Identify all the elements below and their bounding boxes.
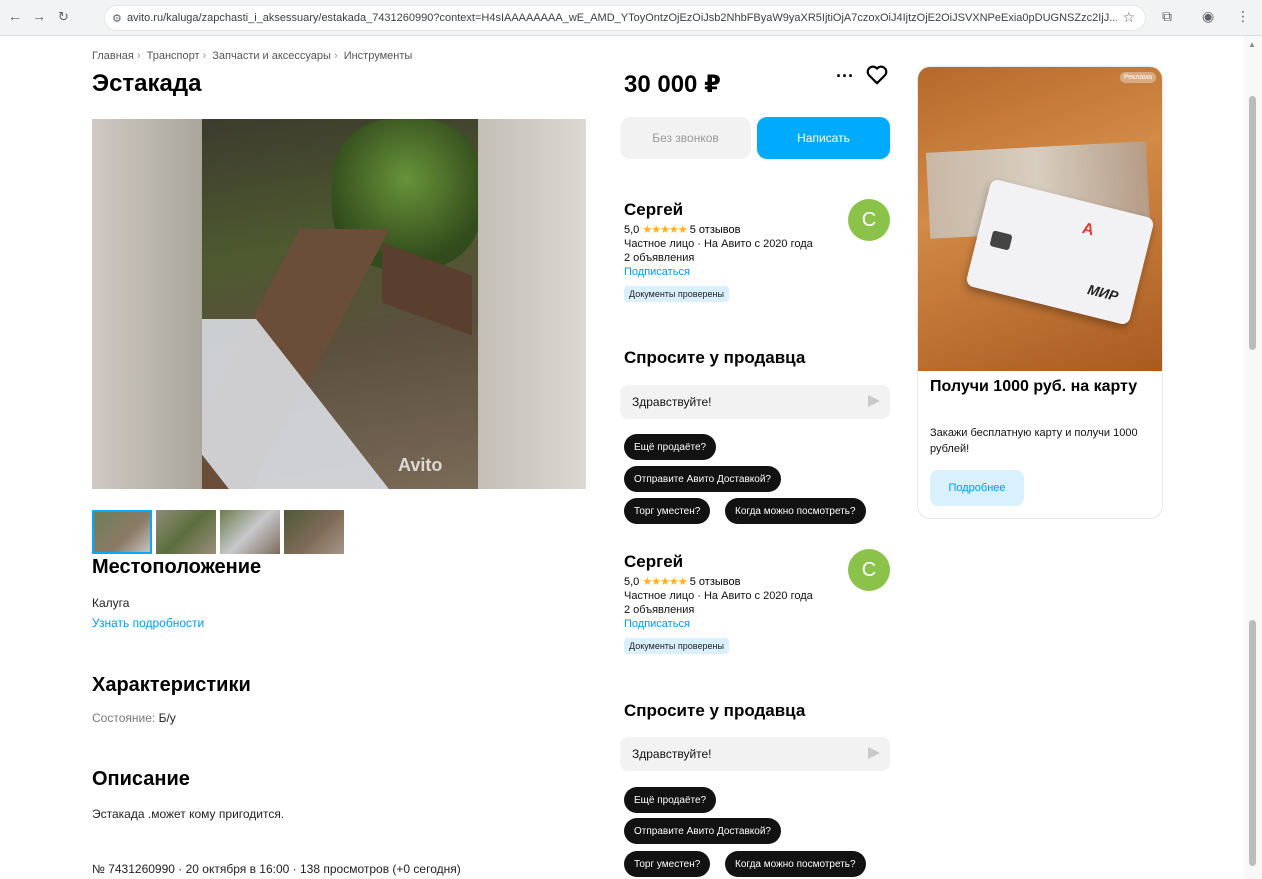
quick-question-chip[interactable]: Отправите Авито Доставкой?	[624, 818, 781, 844]
condition-label: Состояние:	[92, 711, 156, 725]
back-icon[interactable]: ←	[8, 8, 22, 24]
photo-blur-right	[478, 119, 586, 489]
reviews-link[interactable]: 5 отзывов	[690, 576, 741, 588]
ad-title[interactable]: Получи 1000 руб. на карту	[930, 377, 1155, 397]
seller-avatar[interactable]: С	[848, 549, 890, 591]
quick-question-chip[interactable]: Ещё продаёте?	[624, 787, 717, 813]
card-brand-logo: А	[1080, 219, 1096, 240]
documents-verified-badge: Документы проверены	[624, 286, 729, 302]
reload-icon[interactable]: ↻	[58, 9, 69, 25]
site-info-icon[interactable]: ⚙	[112, 12, 122, 25]
card-chip-icon	[989, 230, 1013, 251]
description-heading: Описание	[92, 768, 190, 790]
documents-verified-badge: Документы проверены	[624, 638, 729, 654]
seller-ads-count[interactable]: 2 объявления	[624, 252, 894, 264]
message-input[interactable]: Здравствуйте!	[620, 737, 890, 771]
location-heading: Местоположение	[92, 556, 262, 578]
listing-photo	[202, 119, 478, 489]
quick-question-chip[interactable]: Торг уместен?	[624, 498, 711, 524]
message-input-value: Здравствуйте!	[632, 395, 712, 409]
quick-question-chip[interactable]: Когда можно посмотреть?	[725, 498, 866, 524]
mir-logo: МИР	[1085, 281, 1121, 305]
description-text: Эстакада .может кому пригодится.	[92, 807, 285, 821]
send-icon[interactable]	[868, 395, 880, 407]
ask-seller-heading: Спросите у продавца	[624, 348, 806, 367]
breadcrumb-item[interactable]: Транспорт	[147, 50, 200, 62]
browser-toolbar: ← → ↻ ⚙ avito.ru/kaluga/zapchasti_i_akse…	[0, 0, 1262, 36]
quick-question-chip[interactable]: Отправите Авито Доставкой?	[624, 466, 781, 492]
location-details-link[interactable]: Узнать подробности	[92, 616, 204, 630]
listing-meta: № 7431260990 · 20 октября в 16:00 · 138 …	[92, 862, 461, 876]
avito-watermark: Avito	[398, 455, 443, 475]
thumbnail[interactable]	[92, 510, 152, 554]
write-message-button[interactable]: Написать	[757, 117, 890, 159]
price: 30 000 ₽	[624, 71, 721, 98]
menu-icon[interactable]: ⋮	[1236, 8, 1250, 25]
rating-stars-icon: ★★★★★	[642, 576, 687, 588]
breadcrumb-item[interactable]: Инструменты	[344, 50, 413, 62]
bookmark-star-icon[interactable]: ☆	[1122, 9, 1135, 26]
thumbnail[interactable]	[284, 510, 344, 554]
rating-value: 5,0	[624, 224, 640, 236]
condition-row: Состояние: Б/у	[92, 711, 176, 725]
no-calls-button[interactable]: Без звонков	[620, 117, 751, 159]
ad-text: Закажи бесплатную карту и получи 1000 ру…	[930, 427, 1138, 455]
message-input[interactable]: Здравствуйте!	[620, 385, 890, 419]
thumbnail[interactable]	[220, 510, 280, 554]
subscribe-link[interactable]: Подписаться	[624, 266, 894, 278]
ad-more-button[interactable]: Подробнее	[930, 470, 1024, 506]
address-bar[interactable]: ⚙ avito.ru/kaluga/zapchasti_i_aksessuary…	[104, 5, 1146, 31]
profile-icon[interactable]: ◉	[1202, 8, 1214, 25]
characteristics-heading: Характеристики	[92, 674, 251, 696]
quick-question-chip[interactable]: Торг уместен?	[624, 851, 711, 877]
scroll-up-icon[interactable]: ▲	[1248, 40, 1256, 49]
quick-question-chip[interactable]: Ещё продаёте?	[624, 434, 717, 460]
ad-card[interactable]: А МИР Реклама Получи 1000 руб. на карту …	[918, 67, 1162, 518]
seller-type: Частное лицо · На Авито с 2020 года	[624, 238, 813, 250]
scrollbar-thumb[interactable]	[1249, 96, 1256, 350]
subscribe-link[interactable]: Подписаться	[624, 618, 894, 630]
thumbnail[interactable]	[156, 510, 216, 554]
url-text[interactable]: avito.ru/kaluga/zapchasti_i_aksessuary/e…	[127, 12, 1117, 24]
ad-label-badge: Реклама	[1119, 72, 1156, 83]
ask-seller-heading: Спросите у продавца	[624, 701, 806, 720]
page-title: Эстакада	[92, 70, 202, 97]
quick-question-chip[interactable]: Когда можно посмотреть?	[725, 851, 866, 877]
rating-stars-icon: ★★★★★	[642, 224, 687, 236]
breadcrumb: Главная › Транспорт › Запчасти и аксессуар…	[92, 50, 413, 62]
rating-value: 5,0	[624, 576, 640, 588]
seller-ads-count[interactable]: 2 объявления	[624, 604, 894, 616]
extensions-icon[interactable]: ⧉	[1162, 8, 1172, 25]
photo-blur-left	[92, 119, 202, 489]
page-scrollbar[interactable]: ▲	[1244, 36, 1262, 879]
breadcrumb-item[interactable]: Главная	[92, 50, 134, 62]
more-options-icon[interactable]: ···	[836, 66, 854, 87]
ad-image: А МИР Реклама	[918, 67, 1162, 371]
forward-icon[interactable]: →	[32, 8, 46, 24]
location-city: Калуга	[92, 596, 130, 610]
message-input-value: Здравствуйте!	[632, 747, 712, 761]
favorite-heart-icon[interactable]	[866, 65, 888, 90]
main-photo[interactable]: Avito	[92, 119, 586, 489]
condition-value: Б/у	[158, 711, 176, 725]
breadcrumb-item[interactable]: Запчасти и аксессуары	[212, 50, 331, 62]
seller-type: Частное лицо · На Авито с 2020 года	[624, 590, 813, 602]
scrollbar-thumb-secondary[interactable]	[1249, 620, 1256, 866]
send-icon[interactable]	[868, 747, 880, 759]
reviews-link[interactable]: 5 отзывов	[690, 224, 741, 236]
seller-avatar[interactable]: С	[848, 199, 890, 241]
